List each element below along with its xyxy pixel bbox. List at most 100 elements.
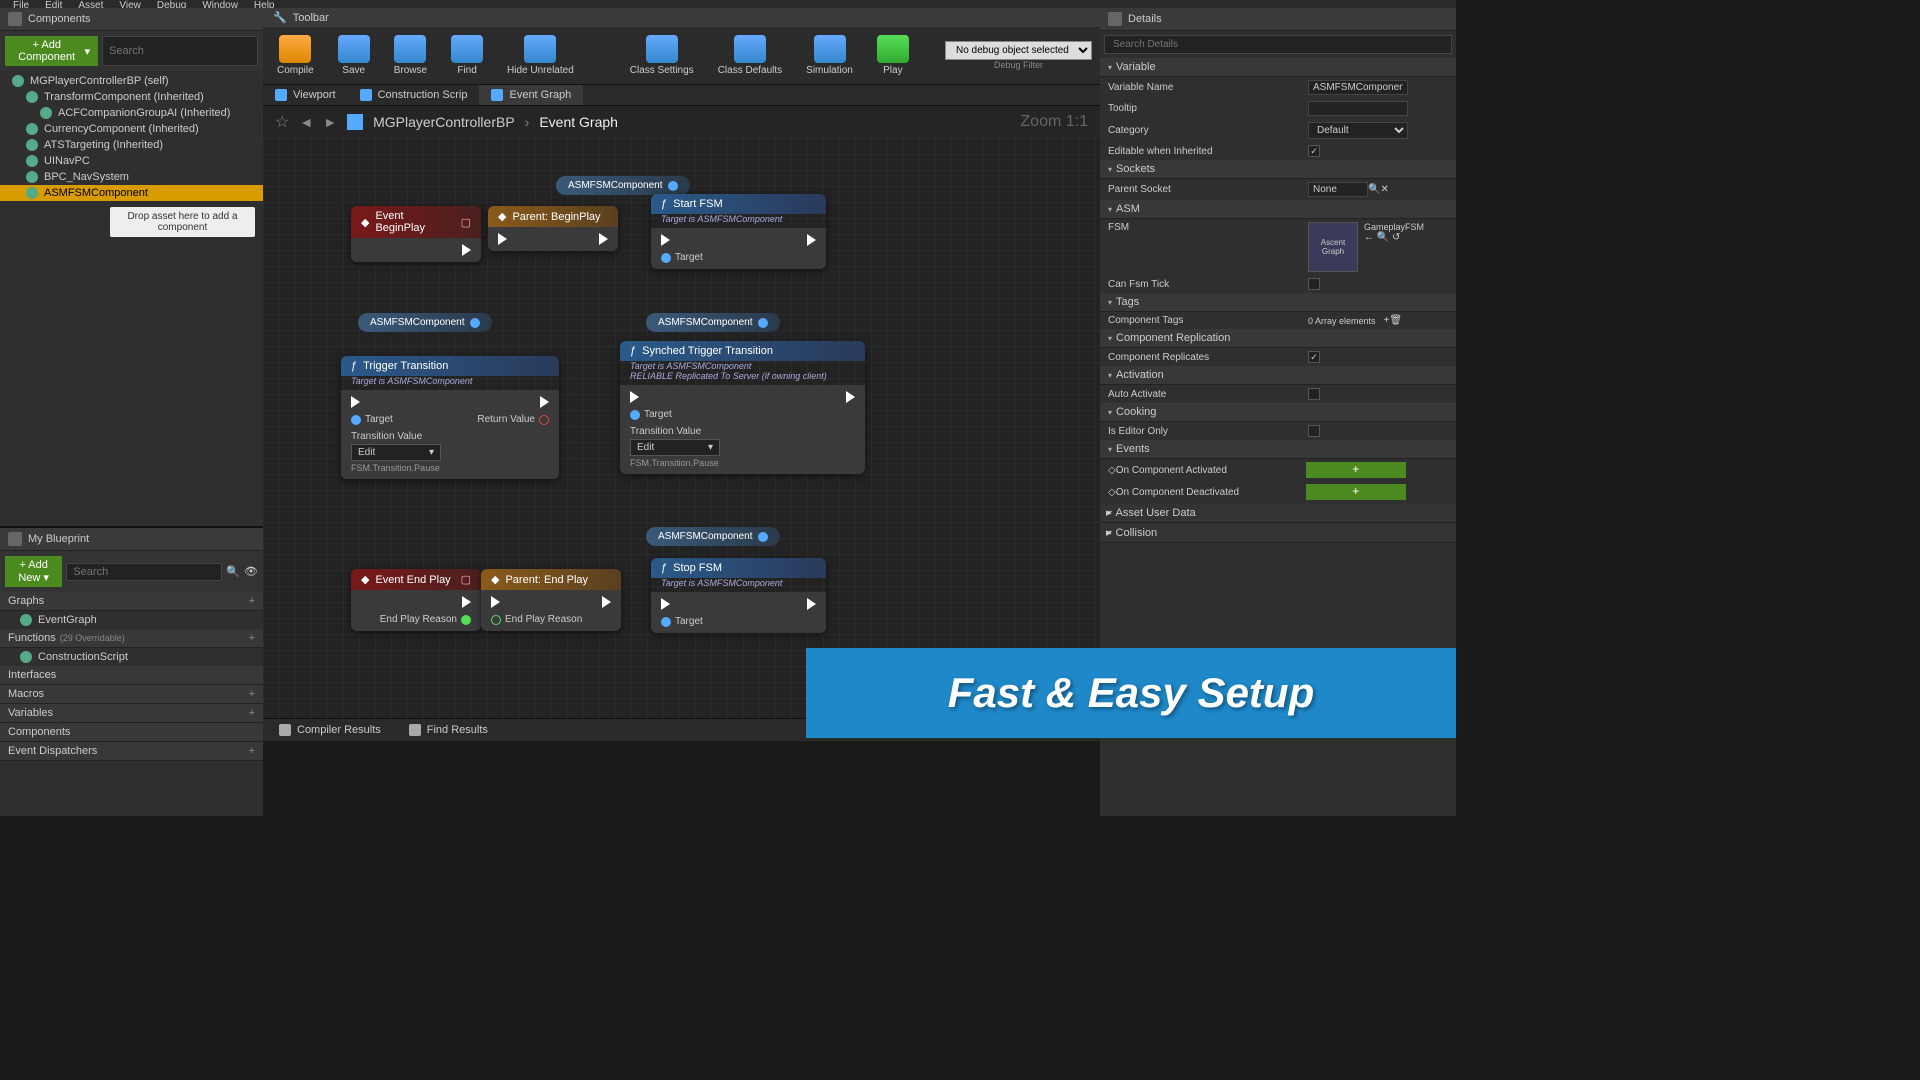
debug-object-select[interactable]: No debug object selected	[945, 41, 1092, 60]
pin-exec-in[interactable]	[661, 598, 670, 610]
menu-window[interactable]: Window	[194, 0, 246, 8]
play-button[interactable]: Play	[871, 33, 915, 78]
details-search[interactable]	[1104, 35, 1452, 54]
use-icon[interactable]: ←	[1364, 232, 1374, 243]
pin-exec-out[interactable]	[462, 244, 471, 256]
pin-out[interactable]	[758, 532, 768, 542]
functions-section[interactable]: Functions(29 Overridable)+	[0, 629, 263, 648]
transition-value-dropdown-2[interactable]: Edit▾	[630, 439, 720, 456]
class-defaults-button[interactable]: Class Defaults	[712, 33, 788, 78]
section-tags[interactable]: Tags	[1100, 293, 1456, 312]
pin-out[interactable]	[668, 181, 678, 191]
trash-icon[interactable]: 🗑	[1389, 315, 1402, 326]
autoactivate-checkbox[interactable]	[1308, 388, 1320, 400]
pin-exec-in[interactable]	[630, 391, 639, 403]
pin-target[interactable]	[661, 253, 671, 263]
var-node-asmfsm-3[interactable]: ASMFSMComponent	[646, 313, 780, 332]
pin-endreason-in[interactable]	[491, 615, 501, 625]
pin-target[interactable]	[630, 410, 640, 420]
pin-exec-in[interactable]	[351, 396, 360, 408]
clear-icon[interactable]: ✕	[1380, 184, 1388, 195]
category-select[interactable]: Default	[1308, 122, 1408, 139]
favorite-icon[interactable]: ☆	[275, 112, 289, 132]
pin-exec-out[interactable]	[599, 233, 608, 245]
back-icon[interactable]: ◄	[299, 114, 313, 130]
node-event-endplay[interactable]: ◆Event End Play▢ End Play Reason	[351, 569, 481, 631]
section-assetuser[interactable]: ▸ Asset User Data	[1100, 503, 1456, 523]
pin-exec-out[interactable]	[807, 234, 816, 246]
pin-out[interactable]	[758, 318, 768, 328]
add-event-activated-button[interactable]: +	[1306, 462, 1406, 478]
search-icon[interactable]: 🔍	[226, 565, 240, 578]
comp-root[interactable]: MGPlayerControllerBP (self)	[0, 73, 263, 89]
node-start-fsm[interactable]: ƒStart FSM Target is ASMFSMComponent Tar…	[651, 194, 826, 269]
comp-asmfsm[interactable]: ASMFSMComponent	[0, 185, 263, 201]
tooltip-input[interactable]	[1308, 101, 1408, 116]
pin-out[interactable]	[470, 318, 480, 328]
plus-icon[interactable]: +	[249, 595, 255, 607]
pin-target[interactable]	[351, 415, 361, 425]
node-trigger-transition[interactable]: ƒTrigger Transition Target is ASMFSMComp…	[341, 356, 559, 479]
breadcrumb-root[interactable]: MGPlayerControllerBP	[373, 114, 515, 130]
browse-icon[interactable]: 🔍	[1377, 232, 1389, 243]
editoronly-checkbox[interactable]	[1308, 425, 1320, 437]
myblueprint-search[interactable]	[66, 563, 222, 581]
myblueprint-tab[interactable]: My Blueprint	[0, 528, 263, 551]
save-button[interactable]: Save	[332, 33, 376, 78]
reset-icon[interactable]: ↺	[1392, 232, 1400, 243]
section-sockets[interactable]: Sockets	[1100, 160, 1456, 179]
pin-exec-in[interactable]	[491, 596, 500, 608]
menu-debug[interactable]: Debug	[149, 0, 194, 8]
search-icon[interactable]: 🔍	[1368, 184, 1380, 195]
node-parent-beginplay[interactable]: ◆Parent: BeginPlay	[488, 206, 618, 251]
menu-bar[interactable]: File Edit Asset View Debug Window Help	[0, 0, 1456, 8]
plus-icon[interactable]: +	[249, 688, 255, 700]
hide-unrelated-button[interactable]: Hide Unrelated	[501, 33, 580, 78]
comp-targeting[interactable]: ATSTargeting (Inherited)	[0, 137, 263, 153]
menu-view[interactable]: View	[111, 0, 149, 8]
compiler-results-tab[interactable]: Compiler Results	[271, 722, 389, 738]
graphs-section[interactable]: Graphs+	[0, 592, 263, 611]
graph-canvas[interactable]: ASMFSMComponent ◆Event BeginPlay▢ ◆Paren…	[263, 138, 1100, 718]
pin-exec-out[interactable]	[846, 391, 855, 403]
comp-navsystem[interactable]: BPC_NavSystem	[0, 169, 263, 185]
dispatchers-section[interactable]: Event Dispatchers+	[0, 742, 263, 761]
components-section[interactable]: Components	[0, 723, 263, 742]
node-synched-trigger[interactable]: ƒSynched Trigger Transition Target is AS…	[620, 341, 865, 474]
cantick-checkbox[interactable]	[1308, 278, 1320, 290]
var-node-asmfsm-2[interactable]: ASMFSMComponent	[358, 313, 492, 332]
add-event-deactivated-button[interactable]: +	[1306, 484, 1406, 500]
var-node-asmfsm-4[interactable]: ASMFSMComponent	[646, 527, 780, 546]
var-node-asmfsm[interactable]: ASMFSMComponent	[556, 176, 690, 195]
viewport-tab[interactable]: Viewport	[263, 85, 348, 105]
section-asm[interactable]: ASM	[1100, 200, 1456, 219]
menu-file[interactable]: File	[5, 0, 37, 8]
editable-checkbox[interactable]: ✓	[1308, 145, 1320, 157]
section-events[interactable]: Events	[1100, 440, 1456, 459]
section-activation[interactable]: Activation	[1100, 366, 1456, 385]
class-settings-button[interactable]: Class Settings	[624, 33, 700, 78]
pin-exec-in[interactable]	[498, 233, 507, 245]
node-stop-fsm[interactable]: ƒStop FSM Target is ASMFSMComponent Targ…	[651, 558, 826, 633]
section-replication[interactable]: Component Replication	[1100, 329, 1456, 348]
plus-icon[interactable]: +	[249, 745, 255, 757]
components-tab[interactable]: Components	[0, 8, 263, 31]
node-parent-endplay[interactable]: ◆Parent: End Play End Play Reason	[481, 569, 621, 631]
menu-asset[interactable]: Asset	[70, 0, 111, 8]
section-collision[interactable]: ▸ Collision	[1100, 523, 1456, 543]
browse-button[interactable]: Browse	[388, 33, 433, 78]
section-cooking[interactable]: Cooking	[1100, 403, 1456, 422]
comp-uinav[interactable]: UINavPC	[0, 153, 263, 169]
compile-button[interactable]: Compile	[271, 33, 320, 78]
pin-exec-out[interactable]	[807, 598, 816, 610]
pin-endreason[interactable]	[461, 615, 471, 625]
construction-tab[interactable]: Construction Scrip	[348, 85, 480, 105]
menu-edit[interactable]: Edit	[37, 0, 70, 8]
eventgraph-tab[interactable]: Event Graph	[479, 85, 583, 105]
comp-transform[interactable]: TransformComponent (Inherited)	[0, 89, 263, 105]
comp-companion[interactable]: ACFCompanionGroupAI (Inherited)	[0, 105, 263, 121]
interfaces-section[interactable]: Interfaces	[0, 666, 263, 685]
pin-target[interactable]	[661, 617, 671, 627]
forward-icon[interactable]: ►	[323, 114, 337, 130]
add-component-button[interactable]: + Add Component ▾	[5, 36, 98, 66]
